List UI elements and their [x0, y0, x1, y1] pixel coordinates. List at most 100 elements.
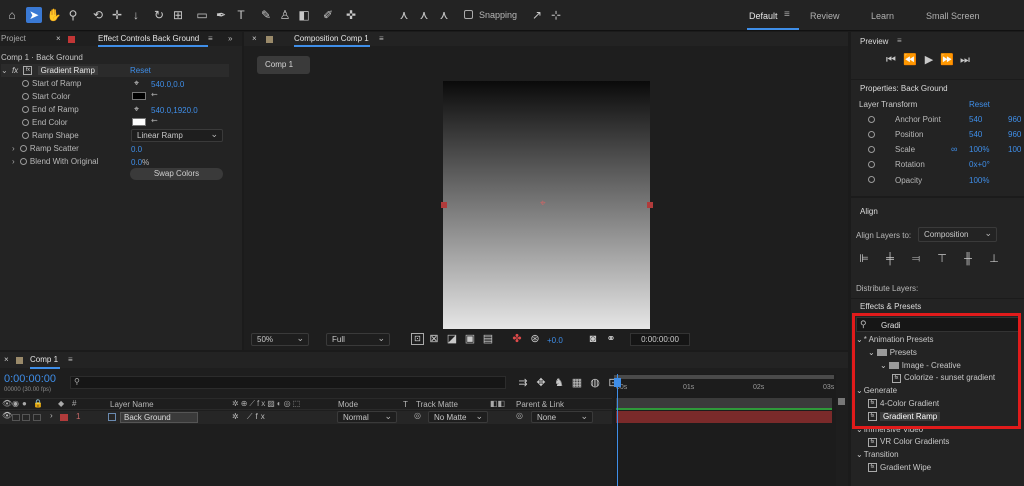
show-snapshot-icon[interactable]: ⚭ — [604, 332, 618, 346]
workspace-small-screen[interactable]: Small Screen — [926, 11, 980, 21]
home-icon[interactable]: ⌂ — [4, 7, 20, 23]
last-frame-icon[interactable]: ⏭ — [958, 53, 972, 67]
track-matte-dropdown[interactable]: No Matte — [428, 410, 488, 423]
link-icon[interactable]: ∞ — [951, 144, 957, 154]
stopwatch-icon[interactable] — [868, 161, 875, 168]
effect-name[interactable]: Gradient Ramp — [37, 66, 98, 75]
parent-dropdown[interactable]: None — [531, 410, 593, 423]
expand-layer-icon[interactable]: › — [50, 411, 53, 420]
start-color-swatch[interactable] — [132, 92, 146, 100]
ramp-shape-dropdown[interactable]: Linear Ramp — [131, 128, 223, 142]
workspace-learn[interactable]: Learn — [871, 11, 894, 21]
matte-pickwhip-icon[interactable]: ◎ — [414, 411, 421, 420]
end-color-swatch[interactable] — [132, 118, 146, 126]
comp-canvas[interactable] — [443, 81, 650, 329]
stopwatch-icon[interactable] — [19, 158, 27, 166]
zoom-dropdown[interactable]: 50% — [251, 332, 309, 346]
start-of-ramp-value[interactable]: 540.0,0.0 — [151, 80, 184, 89]
stopwatch-icon[interactable] — [19, 145, 27, 153]
scale-x[interactable]: 100% — [969, 145, 989, 154]
close-icon[interactable]: × — [252, 32, 257, 46]
mask-visibility-icon[interactable]: ◪ — [445, 332, 459, 346]
layer-switch-icons[interactable]: ✲ ⟋fx — [232, 412, 268, 422]
eraser-tool-icon[interactable]: ◧ — [296, 7, 312, 23]
region-of-interest-icon[interactable]: ▣ — [463, 332, 477, 346]
layer-switches-icon[interactable]: ✲⊕⟋fx▨◐◎⬚ — [232, 399, 302, 409]
playhead-line[interactable] — [617, 374, 618, 486]
transparency-grid-icon[interactable]: ⊠ — [427, 332, 441, 346]
blend-value[interactable]: 0.0% — [131, 158, 149, 167]
stopwatch-icon[interactable] — [868, 131, 875, 138]
close-icon[interactable]: × — [4, 353, 9, 367]
time-ruler-area[interactable]: 00s 01s 02s 03s — [614, 374, 836, 486]
current-time-display[interactable]: 0:00:00:00 — [630, 333, 690, 346]
timeline-search-input[interactable]: ⚲ — [70, 376, 506, 389]
end-of-ramp-value[interactable]: 540.0,1920.0 — [151, 106, 198, 115]
stopwatch-icon[interactable] — [868, 116, 875, 123]
puppet-pin-icon[interactable]: ✜ — [343, 7, 359, 23]
stopwatch-icon[interactable] — [22, 80, 29, 88]
anchor-point-y[interactable]: 960 — [1008, 115, 1021, 124]
snap-extra-icon[interactable]: ⊹ — [548, 7, 564, 23]
timeline-layer-row[interactable]: 👁 › 1 Back Ground ✲ ⟋fx Normal ◎ No Matt… — [0, 410, 612, 424]
anchor-point-x[interactable]: 540 — [969, 115, 982, 124]
clone-stamp-icon[interactable]: ♙ — [277, 7, 293, 23]
parent-pickwhip-icon[interactable]: ◎ — [516, 411, 523, 420]
next-frame-icon[interactable]: ⏩ — [940, 53, 954, 67]
align-right-icon[interactable]: ⫤ — [909, 252, 923, 266]
rotation-value[interactable]: 0x+0° — [969, 160, 990, 169]
type-tool-icon[interactable]: T — [233, 7, 249, 23]
snapshot-icon[interactable]: ◙ — [586, 332, 600, 346]
layer-label-swatch[interactable] — [60, 414, 68, 421]
expand-columns-icon[interactable]: ◧◧ — [490, 399, 505, 408]
chevron-down-icon[interactable]: ⌄ — [856, 450, 863, 459]
timeline-nav-icon[interactable] — [838, 398, 845, 405]
align-left-icon[interactable]: ⊫ — [857, 252, 871, 266]
column-layer-name[interactable]: Layer Name — [110, 400, 154, 409]
panel-menu-icon[interactable]: ≡ — [208, 32, 213, 46]
column-parent[interactable]: Parent & Link — [516, 400, 564, 409]
draft-3d-icon[interactable]: ✥ — [534, 376, 548, 390]
axis-world-icon[interactable]: ⋏ — [416, 7, 432, 23]
snapping-checkbox[interactable] — [464, 10, 473, 19]
effects-tree-item[interactable]: fx Gradient Wipe — [868, 462, 931, 475]
shy-layers-icon[interactable]: ♞ — [552, 376, 566, 390]
video-switch-icon[interactable]: 👁 — [2, 399, 12, 408]
panel-menu-icon[interactable]: ≡ — [379, 32, 384, 46]
audio-switch-icon[interactable]: ◉ — [12, 399, 19, 408]
comp-flowchart-icon[interactable]: ⇉ — [516, 376, 530, 390]
axis-local-icon[interactable]: ⋏ — [396, 7, 412, 23]
solo-box[interactable] — [22, 414, 30, 421]
workspace-menu-icon[interactable]: ≡ — [784, 9, 790, 20]
position-x[interactable]: 540 — [969, 130, 982, 139]
orbit-camera-icon[interactable]: ⟲ — [90, 7, 106, 23]
tab-project[interactable]: Project — [1, 32, 26, 46]
scale-y[interactable]: 100 — [1008, 145, 1021, 154]
solo-switch-icon[interactable]: ● — [22, 399, 27, 408]
lock-box[interactable] — [33, 414, 41, 421]
tab-composition[interactable]: Composition Comp 1 — [294, 32, 369, 46]
crosshair-icon[interactable]: ⌖ — [134, 104, 139, 115]
axis-view-icon[interactable]: ⋏ — [436, 7, 452, 23]
expand-arrow-icon[interactable]: › — [12, 157, 15, 166]
resolution-dropdown[interactable]: Full — [326, 332, 390, 346]
stopwatch-icon[interactable] — [868, 146, 875, 153]
motion-blur-icon[interactable]: ◍ — [588, 376, 602, 390]
tab-effect-controls[interactable]: Effect Controls Back Ground — [98, 32, 199, 46]
rotate-tool-icon[interactable]: ↻ — [151, 7, 167, 23]
align-vertical-center-icon[interactable]: ╫ — [961, 252, 975, 266]
comp-viewer-tab[interactable]: Comp 1 — [257, 56, 310, 74]
eye-icon[interactable]: 👁 — [2, 411, 12, 420]
lock-switch-icon[interactable]: 🔒 — [33, 399, 43, 408]
workspace-review[interactable]: Review — [810, 11, 840, 21]
previous-frame-icon[interactable]: ⏪ — [903, 53, 917, 67]
ramp-scatter-value[interactable]: 0.0 — [131, 145, 142, 154]
playhead-handle[interactable] — [614, 378, 621, 387]
column-mode[interactable]: Mode — [338, 400, 358, 409]
zoom-tool-icon[interactable]: ⚲ — [65, 7, 81, 23]
stopwatch-icon[interactable] — [868, 176, 875, 183]
play-icon[interactable]: ▶ — [922, 53, 936, 67]
workspace-default[interactable]: Default — [749, 11, 778, 21]
dolly-camera-icon[interactable]: ↓ — [128, 7, 144, 23]
position-y[interactable]: 960 — [1008, 130, 1021, 139]
